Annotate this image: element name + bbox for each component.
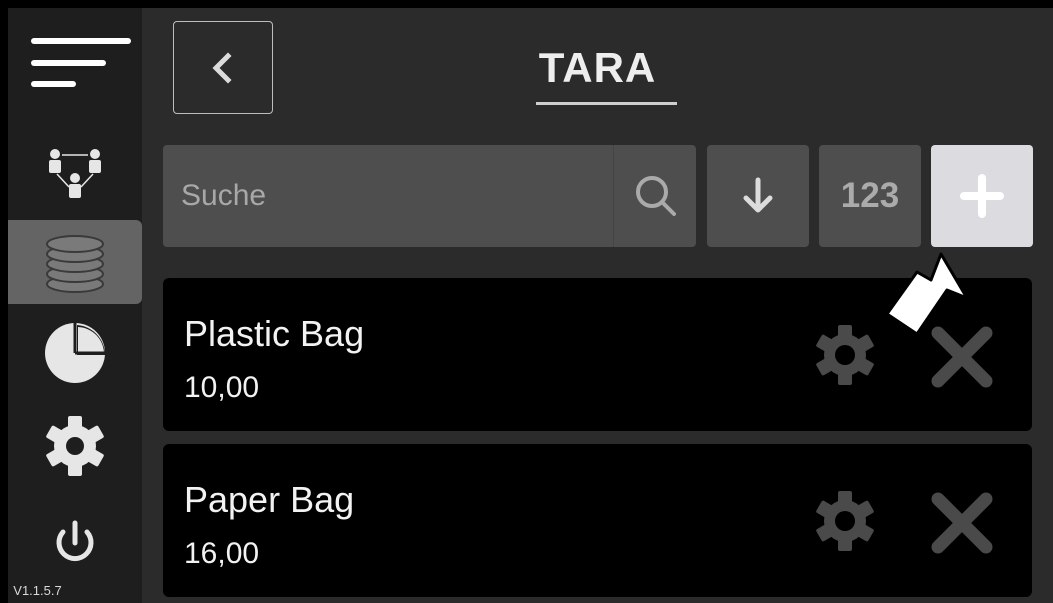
power-button[interactable] [8,508,142,578]
close-icon[interactable] [928,323,996,391]
item-value: 10,00 [184,371,260,404]
search-button[interactable] [613,145,697,247]
menu-icon [31,38,131,87]
power-icon [56,520,94,562]
title-underline [536,102,677,105]
app-frame: V1.1.5.7 TARA 123 [0,0,1053,603]
menu-button[interactable] [8,18,142,108]
list-item[interactable]: Plastic Bag 10,00 [163,278,1032,431]
numeric-sort-label: 123 [840,176,900,215]
search-input[interactable] [163,145,593,247]
search-icon [635,176,676,216]
sidebar-item-tara[interactable] [8,220,142,304]
stack-database-icon [46,235,104,293]
sidebar-item-settings[interactable] [8,406,142,486]
search-bar [163,145,696,247]
item-value: 16,00 [184,537,260,570]
sidebar-item-users[interactable] [8,133,142,213]
sidebar-item-statistics[interactable] [8,313,142,393]
gear-icon [46,416,104,476]
gear-icon[interactable] [813,323,877,387]
main-panel: TARA 123 [142,8,1053,603]
users-network-icon [49,149,101,198]
page-title: TARA [538,44,657,91]
plus-icon [960,174,1004,218]
list-item[interactable]: Paper Bag 16,00 [163,444,1032,597]
close-icon[interactable] [928,489,996,557]
sidebar [8,8,142,603]
gear-icon[interactable] [813,489,877,553]
sort-button[interactable] [707,145,809,247]
item-name: Paper Bag [184,479,355,520]
version-label: V1.1.5.7 [13,583,62,598]
arrow-down-icon [743,177,773,213]
numeric-sort-button[interactable]: 123 [819,145,921,247]
item-name: Plastic Bag [184,313,365,354]
add-button[interactable] [931,145,1033,247]
pie-chart-icon [45,323,106,383]
